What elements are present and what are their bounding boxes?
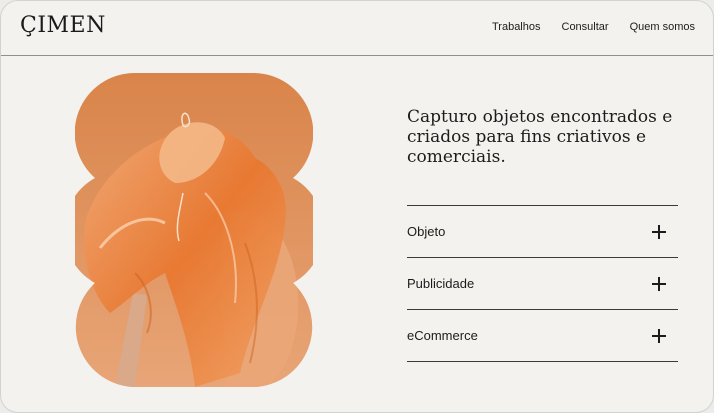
page-frame: ÇIMEN Trabalhos Consultar Quem somos Cap…: [0, 0, 714, 413]
plus-icon[interactable]: [652, 224, 666, 239]
accordion-item-publicidade[interactable]: Publicidade: [407, 258, 678, 310]
nav-link-consultar[interactable]: Consultar: [562, 21, 609, 33]
plus-icon[interactable]: [652, 328, 666, 343]
nav-link-quem-somos[interactable]: Quem somos: [630, 21, 695, 33]
services-accordion: Objeto Publicidade eCommerce: [407, 205, 678, 362]
logo[interactable]: ÇIMEN: [20, 13, 106, 38]
plus-icon[interactable]: [652, 276, 666, 291]
main-nav: Trabalhos Consultar Quem somos: [492, 21, 695, 33]
accordion-item-objeto[interactable]: Objeto: [407, 206, 678, 258]
hero-headline: Capturo objetos encontrados e criados pa…: [407, 107, 673, 167]
hero-image: [75, 73, 313, 387]
site-header: ÇIMEN Trabalhos Consultar Quem somos: [1, 1, 713, 56]
accordion-label: Objeto: [407, 224, 446, 239]
nav-link-trabalhos[interactable]: Trabalhos: [492, 21, 541, 33]
accordion-label: Publicidade: [407, 276, 475, 291]
accordion-item-ecommerce[interactable]: eCommerce: [407, 310, 678, 362]
accordion-label: eCommerce: [407, 328, 478, 343]
